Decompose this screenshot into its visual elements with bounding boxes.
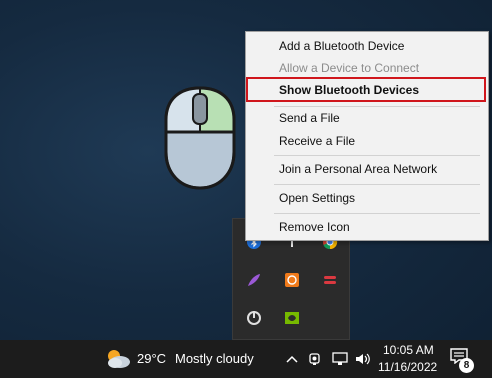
weather-temperature[interactable]: 29°C <box>137 351 166 366</box>
feather-app-icon[interactable] <box>245 271 263 289</box>
menu-item-join-pan[interactable]: Join a Personal Area Network <box>246 158 488 180</box>
webcam-icon[interactable] <box>307 350 325 368</box>
menu-item-show-devices[interactable]: Show Bluetooth Devices <box>246 79 488 101</box>
clock-time[interactable]: 10:05 AM <box>383 343 439 357</box>
power-icon[interactable] <box>245 309 263 327</box>
menu-item-allow-device: Allow a Device to Connect <box>279 61 420 75</box>
chevron-up-icon[interactable] <box>283 350 301 368</box>
menu-item-add-device[interactable]: Add a Bluetooth Device <box>246 35 488 57</box>
cloudy-sun-icon[interactable] <box>104 348 132 375</box>
menu-separator <box>274 213 480 214</box>
menu-item-send-file[interactable]: Send a File <box>246 107 488 129</box>
display-icon[interactable] <box>331 350 349 368</box>
notification-count-badge: 8 <box>459 358 474 373</box>
bluetooth-context-menu: Add a Bluetooth Device Allow a Device to… <box>245 31 489 241</box>
express-vpn-icon[interactable] <box>321 271 339 289</box>
volume-icon[interactable] <box>354 350 372 368</box>
menu-item-open-settings[interactable]: Open Settings <box>246 187 488 209</box>
mouse-illustration <box>164 86 236 190</box>
menu-separator <box>274 184 480 185</box>
orange-app-icon[interactable] <box>283 271 301 289</box>
clock-date[interactable]: 11/16/2022 <box>378 360 437 374</box>
menu-separator <box>274 155 480 156</box>
menu-item-receive-file[interactable]: Receive a File <box>246 130 488 152</box>
weather-condition[interactable]: Mostly cloudy <box>175 351 254 366</box>
taskbar: 29°C Mostly cloudy 10:05 AM 11/16/2022 8 <box>0 340 492 378</box>
nvidia-icon[interactable] <box>283 309 301 327</box>
menu-item-remove-icon[interactable]: Remove Icon <box>246 216 488 238</box>
